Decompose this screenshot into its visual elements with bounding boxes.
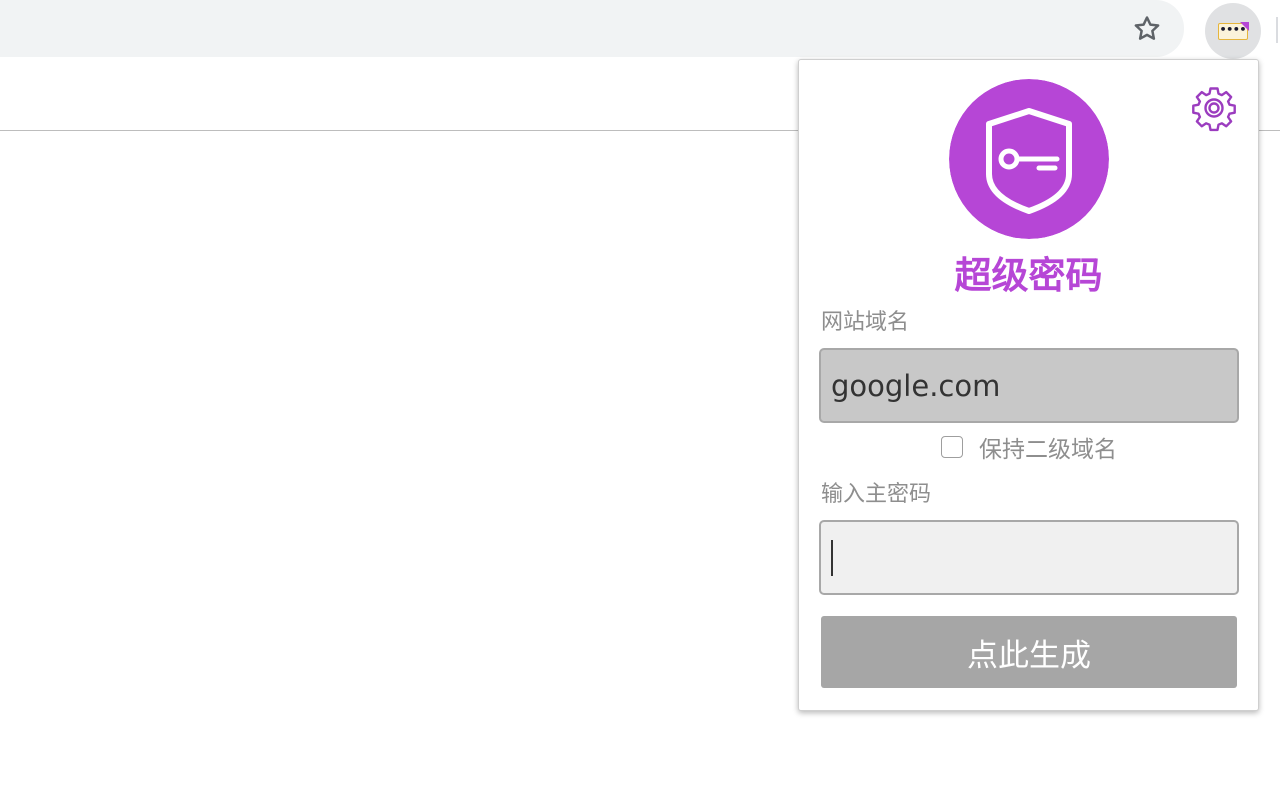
generate-button[interactable]: 点此生成 bbox=[821, 616, 1237, 688]
keep-subdomain-label: 保持二级域名 bbox=[979, 437, 1117, 463]
bookmark-star-button[interactable] bbox=[1126, 8, 1168, 50]
domain-label: 网站域名 bbox=[821, 310, 910, 335]
shield-key-icon bbox=[949, 79, 1109, 239]
password-dots-icon: •••• bbox=[1218, 21, 1249, 40]
domain-input[interactable] bbox=[819, 348, 1239, 423]
keep-subdomain-checkbox[interactable] bbox=[941, 436, 963, 458]
master-password-input[interactable] bbox=[819, 520, 1239, 595]
gear-icon bbox=[1192, 87, 1236, 132]
star-outline-icon bbox=[1134, 16, 1160, 40]
keep-subdomain-option[interactable]: 保持二级域名 bbox=[941, 432, 1117, 463]
extension-popup: 超级密码 网站域名 保持二级域名 输入主密码 点此生成 bbox=[798, 59, 1259, 711]
settings-button[interactable] bbox=[1190, 84, 1238, 132]
text-caret bbox=[831, 540, 833, 576]
app-title: 超级密码 bbox=[954, 254, 1103, 297]
toolbar-divider bbox=[1276, 17, 1278, 43]
browser-window: •••• 超级密码 网站域名 保持二 bbox=[0, 0, 1280, 800]
master-password-label: 输入主密码 bbox=[821, 482, 932, 507]
badge-corner-accent bbox=[1240, 21, 1249, 31]
super-password-extension-button[interactable]: •••• bbox=[1205, 3, 1261, 59]
address-bar[interactable] bbox=[0, 0, 1184, 57]
